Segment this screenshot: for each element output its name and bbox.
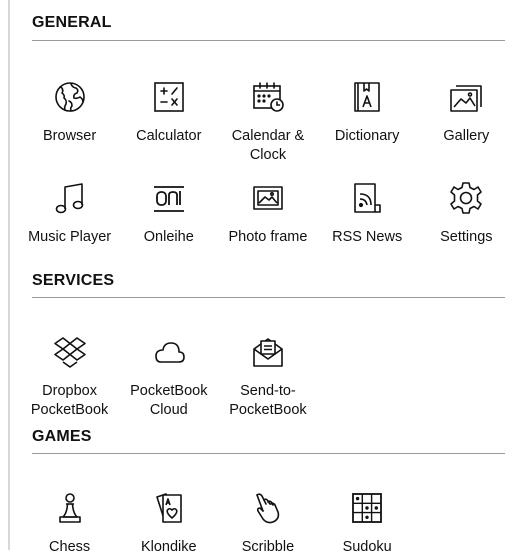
gallery-icon	[448, 79, 484, 115]
app-pocketbook-cloud[interactable]: PocketBook Cloud	[119, 334, 218, 420]
onleihe-icon	[151, 180, 187, 216]
general-row-2: Music Player Onleihe Photo frame RSS New…	[20, 180, 516, 247]
app-label: RSS News	[332, 229, 403, 245]
calculator-icon	[151, 79, 187, 115]
app-dictionary[interactable]: Dictionary	[318, 79, 417, 165]
app-label: Photo frame	[228, 229, 308, 245]
chess-pawn-icon	[52, 490, 88, 526]
app-label: PocketBook Cloud	[130, 383, 208, 418]
calendar-clock-icon	[250, 79, 286, 115]
app-label: Music Player	[28, 229, 112, 245]
app-label: Chess	[49, 539, 91, 555]
app-label: Gallery	[443, 128, 490, 144]
app-settings[interactable]: Settings	[417, 180, 516, 247]
app-onleihe[interactable]: Onleihe	[119, 180, 218, 247]
app-label: Scribble	[241, 539, 295, 555]
dictionary-icon	[349, 79, 385, 115]
app-rss-news[interactable]: RSS News	[318, 180, 417, 247]
app-calculator[interactable]: Calculator	[119, 79, 218, 165]
dropbox-icon	[52, 334, 88, 370]
games-row: Chess Klondike Scribble Sudoku	[20, 490, 516, 557]
app-chess[interactable]: Chess	[20, 490, 119, 557]
app-send-to-pocketbook[interactable]: Send-to- PocketBook	[218, 334, 317, 420]
app-gallery[interactable]: Gallery	[417, 79, 516, 165]
app-photo-frame[interactable]: Photo frame	[218, 180, 317, 247]
app-label: Browser	[43, 128, 97, 144]
app-browser[interactable]: Browser	[20, 79, 119, 165]
general-row-1: Browser Calculator Calendar & Clock Dict…	[20, 79, 516, 165]
app-label: Onleihe	[143, 229, 194, 245]
app-scribble[interactable]: Scribble	[218, 490, 317, 557]
section-title-games: GAMES	[32, 428, 92, 445]
playing-cards-icon	[151, 490, 187, 526]
app-dropbox-pocketbook[interactable]: Dropbox PocketBook	[20, 334, 119, 420]
sudoku-grid-icon	[349, 490, 385, 526]
app-label: Klondike	[140, 539, 197, 555]
app-music-player[interactable]: Music Player	[20, 180, 119, 247]
app-label: Dictionary	[334, 128, 400, 144]
envelope-icon	[250, 334, 286, 370]
music-note-icon	[52, 180, 88, 216]
photo-frame-icon	[250, 180, 286, 216]
app-label: Send-to- PocketBook	[229, 383, 307, 418]
rss-icon	[349, 180, 385, 216]
services-row: Dropbox PocketBook PocketBook Cloud Send…	[20, 334, 516, 420]
app-label: Settings	[440, 229, 493, 245]
app-calendar-clock[interactable]: Calendar & Clock	[218, 79, 317, 165]
app-sudoku[interactable]: Sudoku	[318, 490, 417, 557]
section-divider-general	[32, 40, 505, 41]
globe-icon	[52, 79, 88, 115]
gear-icon	[448, 180, 484, 216]
app-label: Calendar & Clock	[231, 128, 305, 163]
section-title-services: SERVICES	[32, 272, 115, 289]
app-klondike[interactable]: Klondike	[119, 490, 218, 557]
left-edge-divider	[8, 0, 10, 550]
app-label: Sudoku	[342, 539, 392, 555]
app-label: Calculator	[136, 128, 202, 144]
app-label: Dropbox PocketBook	[30, 383, 109, 418]
hand-pointer-icon	[250, 490, 286, 526]
section-title-general: GENERAL	[32, 14, 112, 31]
section-divider-games	[32, 453, 505, 454]
cloud-icon	[151, 334, 187, 370]
section-divider-services	[32, 297, 505, 298]
